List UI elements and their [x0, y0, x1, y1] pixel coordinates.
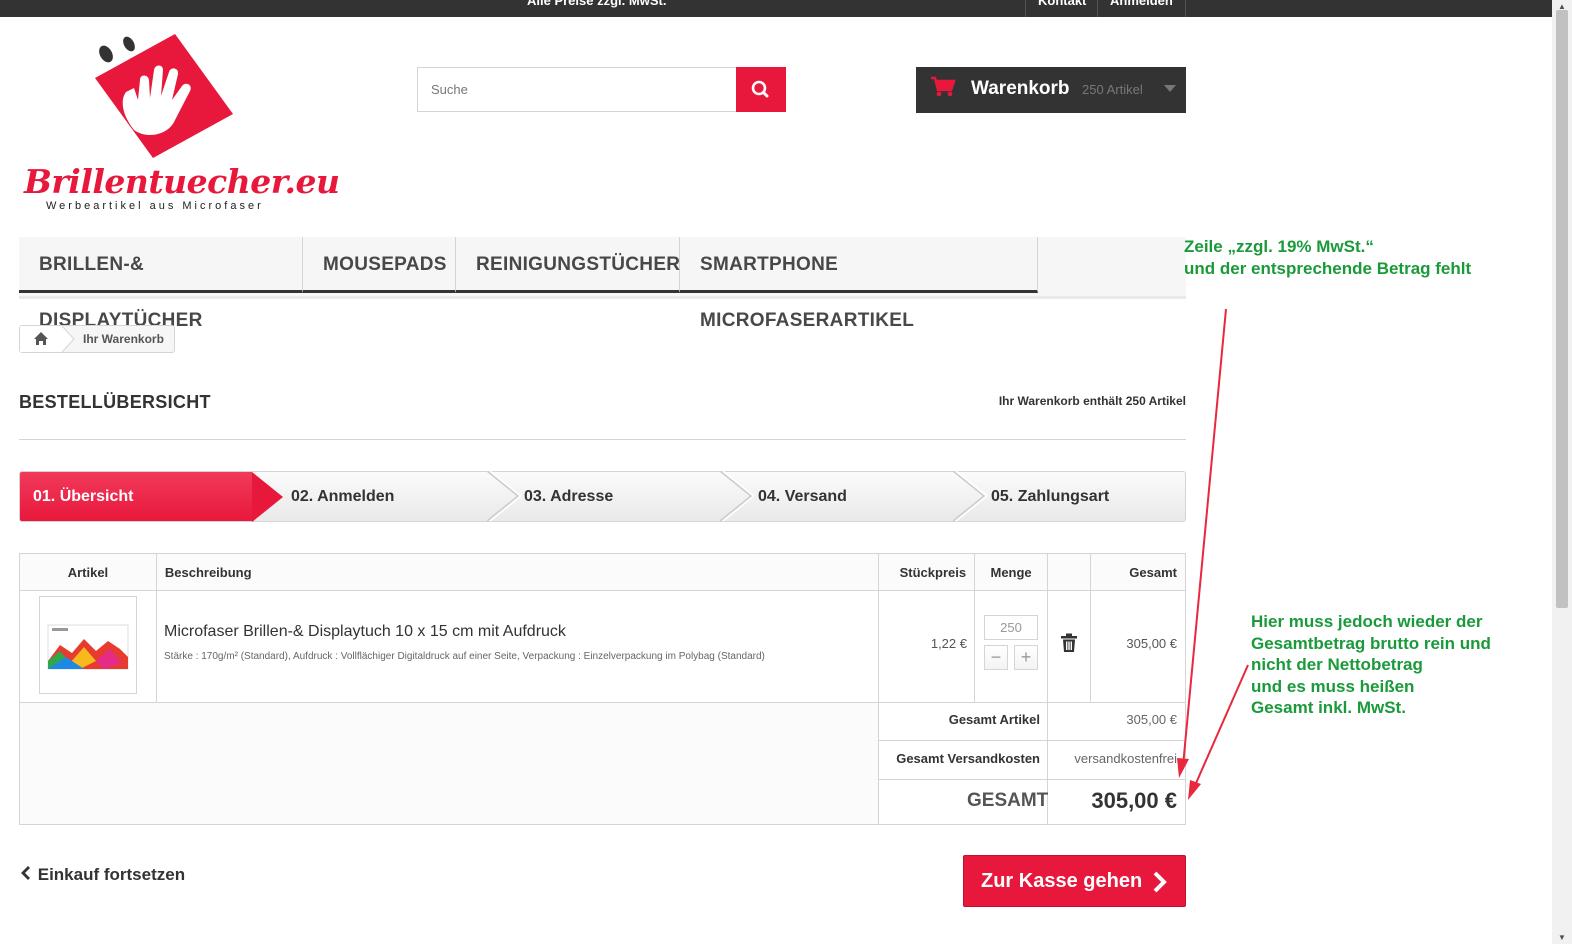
- annotation-arrows: [1177, 308, 1249, 800]
